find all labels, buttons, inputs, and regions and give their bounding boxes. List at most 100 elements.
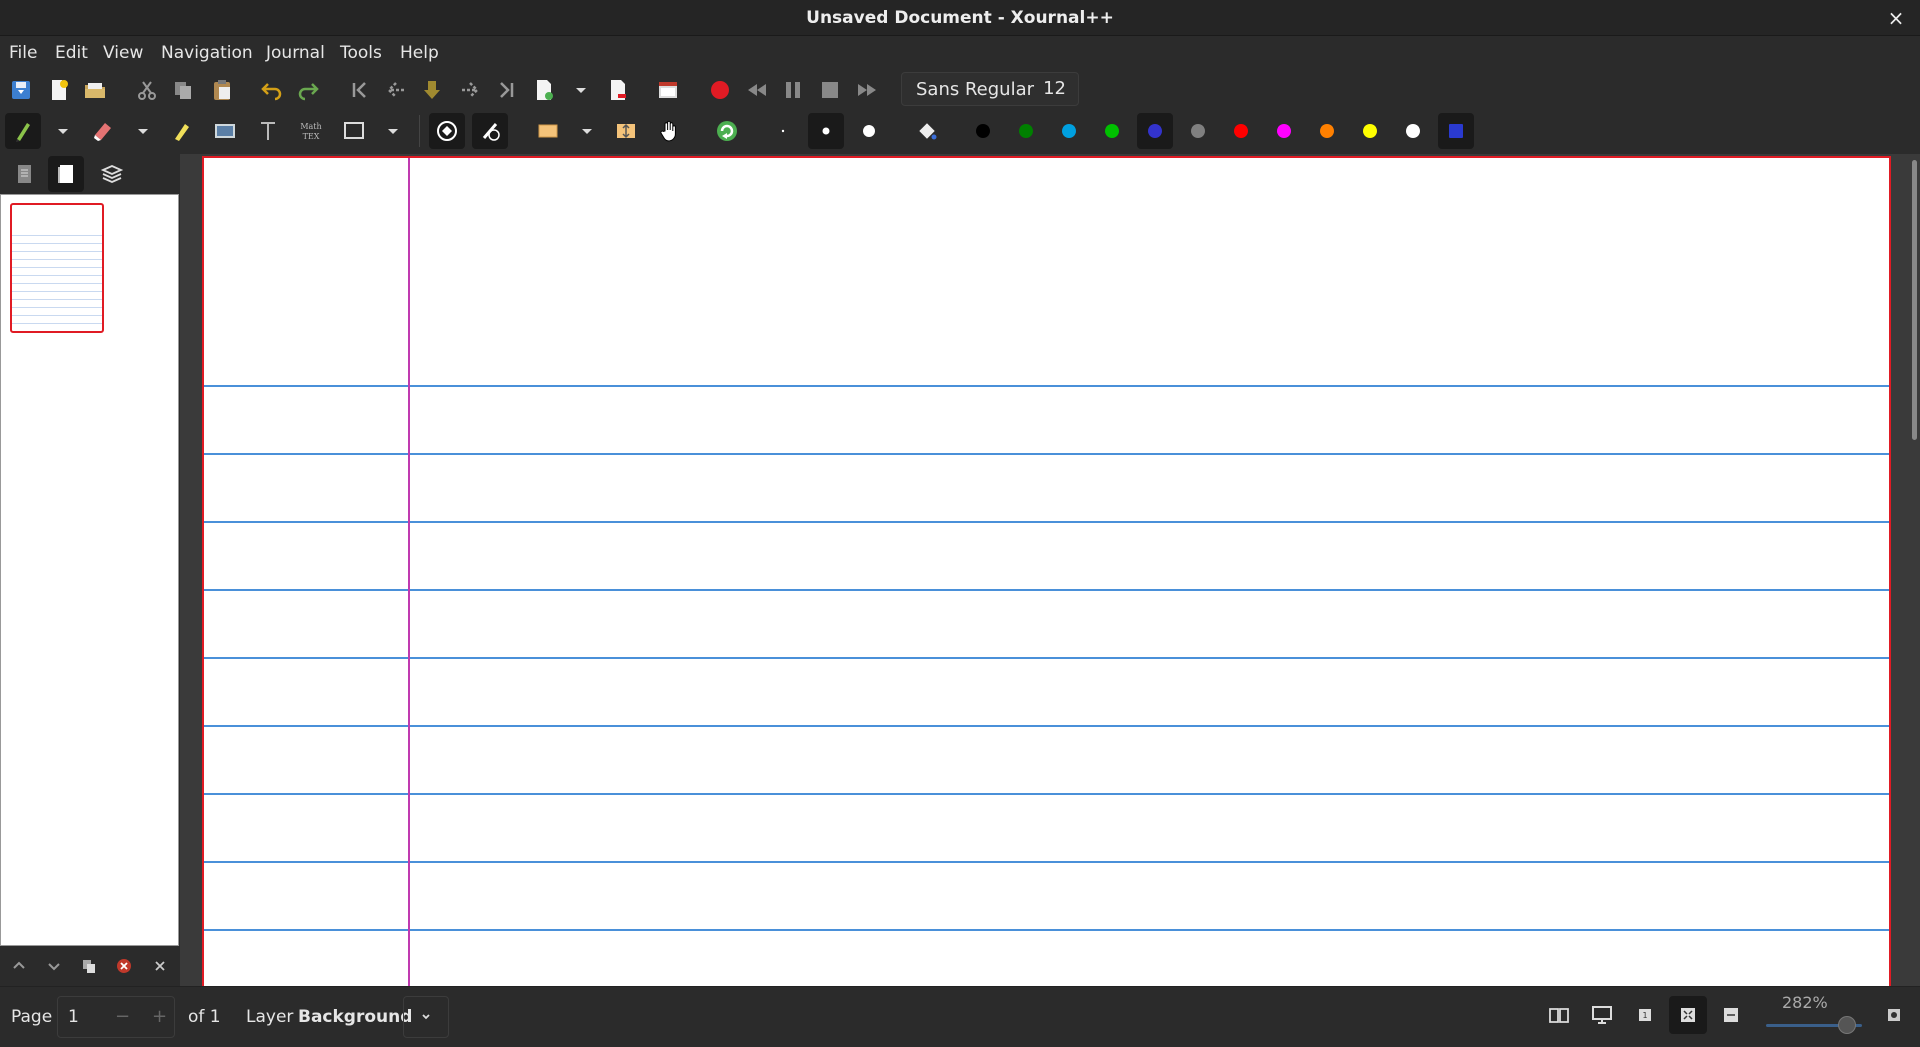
custom-color-button[interactable] [1438, 113, 1474, 149]
eraser-tool-button[interactable] [85, 113, 121, 149]
color-swatch [1019, 124, 1033, 138]
menu-help[interactable]: Help [398, 36, 441, 71]
page-number-value[interactable]: 1 [68, 997, 79, 1037]
insert-page-dropdown[interactable] [574, 72, 588, 108]
page-increment-button[interactable]: + [152, 997, 167, 1037]
redo-button[interactable] [290, 72, 326, 108]
color-orange[interactable] [1309, 113, 1345, 149]
page-thumbnail[interactable] [10, 203, 104, 333]
font-size: 12 [1043, 78, 1066, 99]
svg-text:TEX: TEX [303, 132, 320, 141]
cut-button[interactable] [129, 72, 165, 108]
undo-button[interactable] [254, 72, 290, 108]
shape-recognizer-button[interactable] [429, 113, 465, 149]
fast-forward-button[interactable] [849, 72, 885, 108]
document-page[interactable] [202, 156, 1891, 986]
color-swatch [976, 124, 990, 138]
tab-layers[interactable] [94, 156, 130, 192]
default-tool-button[interactable] [709, 113, 745, 149]
open-button[interactable] [77, 72, 113, 108]
zoom-100-icon: 1 [1639, 1009, 1651, 1021]
save-button[interactable] [3, 72, 39, 108]
select-dropdown[interactable] [580, 113, 594, 149]
move-page-up-button[interactable] [6, 952, 32, 980]
chevron-down-icon [422, 1014, 430, 1020]
insert-page-button[interactable] [526, 72, 562, 108]
hand-tool-button[interactable] [651, 113, 687, 149]
vertical-scrollbar[interactable] [1912, 160, 1917, 440]
copy-page-button[interactable] [76, 952, 102, 980]
color-swatch [1277, 124, 1291, 138]
record-button[interactable] [702, 72, 738, 108]
goto-page-button[interactable] [414, 72, 450, 108]
color-white[interactable] [1395, 113, 1431, 149]
fill-button[interactable] [909, 113, 945, 149]
delete-page-sidebar-button[interactable] [111, 952, 137, 980]
menu-tools[interactable]: Tools [338, 36, 384, 71]
last-page-button[interactable] [488, 72, 524, 108]
color-light-green[interactable] [1094, 113, 1130, 149]
next-page-button[interactable] [452, 72, 488, 108]
status-menu-button[interactable] [1875, 996, 1913, 1034]
menu-edit[interactable]: Edit [53, 36, 90, 71]
thick-pen-size-button[interactable] [851, 113, 887, 149]
fit-width-button[interactable] [1712, 996, 1750, 1034]
eraser-dropdown[interactable] [136, 113, 150, 149]
math-tex-button[interactable]: Math TEX [293, 113, 329, 149]
presentation-button[interactable] [650, 72, 686, 108]
save-icon [12, 81, 30, 99]
presentation-icon [659, 82, 677, 98]
close-window-button[interactable]: × [1884, 6, 1908, 30]
menu-journal[interactable]: Journal [264, 36, 327, 71]
new-document-button[interactable] [41, 72, 77, 108]
font-selector-button[interactable]: Sans Regular 12 [901, 72, 1079, 106]
color-blue-selected[interactable] [1137, 113, 1173, 149]
medium-pen-size-button[interactable] [808, 113, 844, 149]
image-tool-button[interactable] [207, 113, 243, 149]
color-magenta[interactable] [1266, 113, 1302, 149]
ruler-tool-button[interactable] [472, 113, 508, 149]
zoom-fit-button[interactable] [1669, 996, 1707, 1034]
color-light-blue[interactable] [1051, 113, 1087, 149]
paste-button[interactable] [204, 72, 240, 108]
color-black[interactable] [965, 113, 1001, 149]
page-decrement-button[interactable]: − [115, 997, 130, 1037]
page-number-spinner[interactable]: 1 − + [57, 996, 175, 1038]
stop-button[interactable] [812, 72, 848, 108]
pause-button[interactable] [775, 72, 811, 108]
text-tool-button[interactable] [250, 113, 286, 149]
select-rect-button[interactable] [530, 113, 566, 149]
presentation-mode-button[interactable] [1583, 996, 1621, 1034]
zoom-slider-handle[interactable] [1838, 1016, 1856, 1034]
color-red[interactable] [1223, 113, 1259, 149]
ruled-line [204, 589, 1889, 591]
tab-page-preview[interactable] [6, 156, 42, 192]
first-page-button[interactable] [342, 72, 378, 108]
previous-page-button[interactable] [378, 72, 414, 108]
thin-pen-size-button[interactable] [765, 113, 801, 149]
shape-tool-button[interactable] [336, 113, 372, 149]
delete-page-button[interactable] [600, 72, 636, 108]
copy-button[interactable] [165, 72, 201, 108]
zoom-100-button[interactable]: 1 [1626, 996, 1664, 1034]
menu-navigation[interactable]: Navigation [159, 36, 255, 71]
color-yellow[interactable] [1352, 113, 1388, 149]
move-page-down-button[interactable] [41, 952, 67, 980]
pen-dropdown[interactable] [56, 113, 70, 149]
shape-dropdown[interactable] [386, 113, 400, 149]
vertical-space-button[interactable] [608, 113, 644, 149]
layer-dropdown-button[interactable] [403, 996, 449, 1038]
color-gray[interactable] [1180, 113, 1216, 149]
color-green[interactable] [1008, 113, 1044, 149]
paired-pages-button[interactable] [1540, 996, 1578, 1034]
pen-tool-button[interactable] [5, 113, 41, 149]
close-sidebar-button[interactable] [147, 952, 173, 980]
zoom-slider[interactable] [1766, 1015, 1862, 1035]
rewind-icon [748, 84, 766, 96]
tab-pages[interactable] [48, 156, 84, 192]
menu-file[interactable]: File [7, 36, 39, 71]
rewind-button[interactable] [739, 72, 775, 108]
highlighter-tool-button[interactable] [164, 113, 200, 149]
document-canvas[interactable] [180, 154, 1920, 986]
menu-view[interactable]: View [101, 36, 145, 71]
